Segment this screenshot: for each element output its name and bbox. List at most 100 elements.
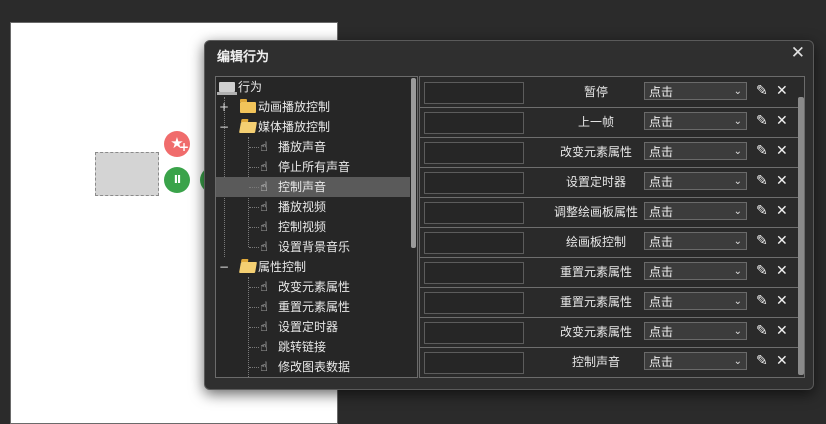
pencil-icon[interactable]: ✎ xyxy=(756,293,770,309)
pencil-icon[interactable]: ✎ xyxy=(756,203,770,219)
action-row: 重置元素属性 点击 ⌄ ✎ ✕ xyxy=(420,257,798,288)
tree-item-action[interactable]: ☝ 停止所有声音 xyxy=(216,157,410,177)
tree-item-label: 设置背景音乐 xyxy=(278,240,351,254)
behavior-tree[interactable]: 行为 + 动画播放控制 − 媒体播放控制 ☝ 播放声音 ☝ 停止所有声音 ☝ 控制声音 ☝ 播放视频 ☝… xyxy=(215,76,418,378)
trigger-select[interactable]: 点击 ⌄ xyxy=(644,232,747,250)
collapse-icon[interactable]: − xyxy=(218,257,230,277)
expand-icon[interactable]: + xyxy=(218,97,230,117)
tree-item-action[interactable]: ☝ 重置元素属性 xyxy=(216,297,410,317)
tree-scrollbar[interactable] xyxy=(411,78,416,248)
tree-item-label: 设置定时器 xyxy=(278,320,339,334)
tree-item-action[interactable]: ☝ 设置定时器 xyxy=(216,317,410,337)
trigger-select[interactable]: 点击 ⌄ xyxy=(644,292,747,310)
delete-icon[interactable]: ✕ xyxy=(776,323,790,339)
pencil-icon[interactable]: ✎ xyxy=(756,113,770,129)
tree-item-folder[interactable]: − 属性控制 xyxy=(216,257,410,277)
delete-icon[interactable]: ✕ xyxy=(776,353,790,369)
action-target-input[interactable] xyxy=(424,202,524,224)
tree-item-action[interactable]: ☝ 控制视频 xyxy=(216,217,410,237)
tree-item-action[interactable]: ☝ 跳转链接 xyxy=(216,337,410,357)
collapse-icon[interactable]: − xyxy=(218,117,230,137)
tree-branch-line xyxy=(249,347,259,348)
pencil-icon[interactable]: ✎ xyxy=(756,83,770,99)
delete-icon[interactable]: ✕ xyxy=(776,293,790,309)
hand-pointer-icon: ☝ xyxy=(260,340,268,355)
chevron-down-icon: ⌄ xyxy=(733,176,742,187)
action-target-input[interactable] xyxy=(424,262,524,284)
action-list: 控制声音 点击 ⌄ ✎ ✕ 改变元素属性 点击 ⌄ ✎ ✕ 重置元素属性 点击 ⌄ ✎ ✕ 重置元素属性 点击 ⌄… xyxy=(419,76,805,378)
computer-icon xyxy=(217,82,237,95)
pencil-icon[interactable]: ✎ xyxy=(756,323,770,339)
chevron-down-icon: ⌄ xyxy=(733,206,742,217)
trigger-select[interactable]: 点击 ⌄ xyxy=(644,172,747,190)
action-target-input[interactable] xyxy=(424,322,524,344)
tree-branch-line xyxy=(249,367,259,368)
action-target-input[interactable] xyxy=(424,142,524,164)
delete-icon[interactable]: ✕ xyxy=(776,233,790,249)
tree-item-action[interactable]: ☝ 播放声音 xyxy=(216,137,410,157)
tree-item-folder[interactable]: − 媒体播放控制 xyxy=(216,117,410,137)
trigger-select-value: 点击 xyxy=(649,85,674,99)
tree-item-action[interactable]: ☝ 控制声音 xyxy=(216,177,410,197)
stage-element[interactable] xyxy=(95,152,159,196)
trigger-select-value: 点击 xyxy=(649,205,674,219)
tree-item-folder[interactable]: + 动画播放控制 xyxy=(216,97,410,117)
tree-item-action[interactable]: ☝ 修改图表数据 xyxy=(216,357,410,377)
tree-item-label: 跳转链接 xyxy=(278,340,327,354)
trigger-select[interactable]: 点击 ⌄ xyxy=(644,262,747,280)
action-target-input[interactable] xyxy=(424,82,524,104)
trigger-select[interactable]: 点击 ⌄ xyxy=(644,82,747,100)
trigger-select[interactable]: 点击 ⌄ xyxy=(644,142,747,160)
action-target-input[interactable] xyxy=(424,112,524,134)
hand-pointer-icon: ☝ xyxy=(260,180,268,195)
tree-root-label: 行为 xyxy=(238,80,263,94)
action-target-input[interactable] xyxy=(424,232,524,254)
delete-icon[interactable]: ✕ xyxy=(776,143,790,159)
action-target-input[interactable] xyxy=(424,292,524,314)
trigger-select[interactable]: 点击 ⌄ xyxy=(644,202,747,220)
delete-icon[interactable]: ✕ xyxy=(776,173,790,189)
tree-item-action[interactable]: ☝ 设置背景音乐 xyxy=(216,237,410,257)
pencil-icon[interactable]: ✎ xyxy=(756,353,770,369)
tree-item-label: 控制视频 xyxy=(278,220,327,234)
tree-item-action[interactable]: ☝ 改变元素属性 xyxy=(216,277,410,297)
hand-pointer-icon: ☝ xyxy=(260,220,268,235)
tree-branch-line xyxy=(249,187,259,188)
delete-icon[interactable]: ✕ xyxy=(776,113,790,129)
hand-pointer-icon: ☝ xyxy=(260,320,268,335)
tree-root[interactable]: 行为 xyxy=(216,77,410,97)
add-favorite-button[interactable]: ★ + xyxy=(164,131,190,157)
delete-icon[interactable]: ✕ xyxy=(776,263,790,279)
pencil-icon[interactable]: ✎ xyxy=(756,233,770,249)
hand-pointer-icon: ☝ xyxy=(260,280,268,295)
pencil-icon[interactable]: ✎ xyxy=(756,263,770,279)
pencil-icon[interactable]: ✎ xyxy=(756,143,770,159)
action-row: 设置定时器 点击 ⌄ ✎ ✕ xyxy=(420,167,798,198)
tree-branch-line xyxy=(249,287,259,288)
delete-icon[interactable]: ✕ xyxy=(776,83,790,99)
trigger-select[interactable]: 点击 ⌄ xyxy=(644,112,747,130)
tree-item-label: 播放声音 xyxy=(278,140,327,154)
chevron-down-icon: ⌄ xyxy=(733,266,742,277)
tree-branch-line xyxy=(249,167,259,168)
action-target-input[interactable] xyxy=(424,352,524,374)
tree-branch-line xyxy=(249,147,259,148)
delete-icon[interactable]: ✕ xyxy=(776,203,790,219)
trigger-select[interactable]: 点击 ⌄ xyxy=(644,322,747,340)
pencil-icon[interactable]: ✎ xyxy=(756,173,770,189)
tree-item-label: 重置元素属性 xyxy=(278,300,351,314)
hand-pointer-icon: ☝ xyxy=(260,300,268,315)
action-row: 控制声音 点击 ⌄ ✎ ✕ xyxy=(420,347,798,377)
plus-icon: + xyxy=(178,140,189,154)
action-list-scrollbar[interactable] xyxy=(798,97,804,375)
trigger-select[interactable]: 点击 ⌄ xyxy=(644,352,747,370)
pause-button[interactable]: II xyxy=(164,167,190,193)
action-row: 改变元素属性 点击 ⌄ ✎ ✕ xyxy=(420,137,798,168)
action-target-input[interactable] xyxy=(424,172,524,194)
chevron-down-icon: ⌄ xyxy=(733,236,742,247)
edit-behavior-dialog: 编辑行为 ✕ 行为 + 动画播放控制 − 媒体播放控制 ☝ 播放声音 ☝ 停止所有声音 ☝ 控制声… xyxy=(204,40,814,390)
close-icon[interactable]: ✕ xyxy=(791,43,805,63)
pause-icon: II xyxy=(173,173,181,186)
tree-item-action[interactable]: ☝ 播放视频 xyxy=(216,197,410,217)
folder-open-icon xyxy=(239,262,257,273)
